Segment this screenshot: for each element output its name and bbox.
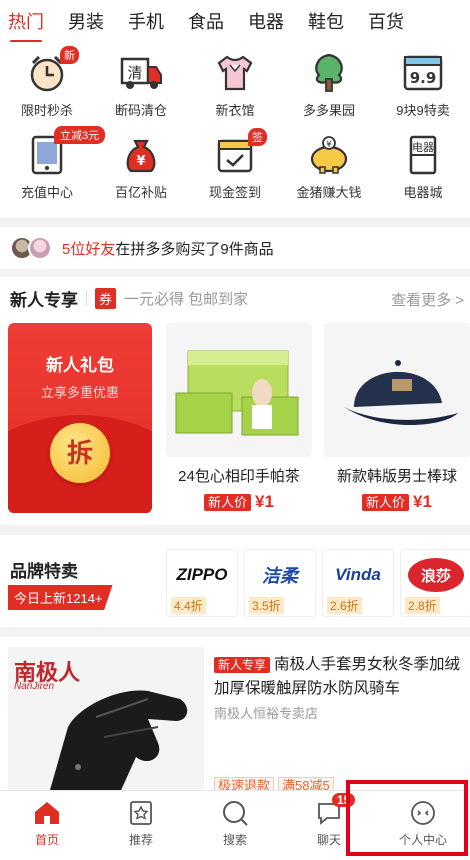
nav-recommend[interactable]: 推荐 [94,791,188,860]
star-badge-icon [127,799,155,827]
appliance-icon-text: 电器 [412,141,434,154]
section-title: 新人专享 [10,290,78,310]
open-gift-button[interactable]: 拆 [50,423,110,483]
section-title: 品牌特卖 [10,562,78,581]
new-user-exclusive-tag: 新人专享 [214,657,271,673]
grid-label: 新衣馆 [215,103,255,118]
grid-item-subsidy[interactable]: ¥ 百亿补贴 [94,124,188,206]
tab-general[interactable]: 百货 [368,2,404,40]
shop-name: 南极人恒裕专卖店 [214,706,319,721]
appliance-icon: 电器 [400,132,446,178]
grid-label: 充值中心 [20,185,73,200]
nav-label: 首页 [34,833,59,847]
coupon-badge: 券 [95,287,117,309]
product-title: 新人专享 南极人手套男女秋冬季加绒加厚保暖触屏防水防风骑车 [214,653,466,701]
grid-item-orchard[interactable]: 多多果园 [282,42,376,124]
price-tag-icon-text: 9.9 [410,69,437,87]
tab-appliances[interactable]: 电器 [248,2,284,40]
grid-label: 现金签到 [208,185,261,200]
view-more-link[interactable]: 查看更多 > [391,289,464,310]
piggy-bank-icon-text: ¥ [326,140,332,150]
featured-product-card[interactable]: 南极人 NanJiren 新人专享 南极人手套男女秋冬季加绒加厚保暖触屏防水防风骑… [0,637,470,797]
product-image-gloves: 南极人 NanJiren [8,647,204,797]
brand-logo-text: Vinda [335,565,381,584]
new-user-price-tag: 新人价 [362,494,410,511]
nav-label: 搜索 [222,833,247,847]
feature-grid: 新 限时秒杀 清 断码清仓 新衣馆 多多果园 9.9 9块9特卖 立减3元 充值… [0,42,470,253]
brand-logo-zippo[interactable]: ZIPPO 4.4折 [166,549,238,617]
friends-count: 5位好友 [62,240,116,258]
grid-item-cash-checkin[interactable]: 签 现金签到 [188,124,282,206]
tree-icon [306,50,352,96]
grid-label: 限时秒杀 [20,103,73,118]
grid-label: 电器城 [403,185,443,200]
checkin-badge: 签 [248,128,267,146]
grid-item-appliance-city[interactable]: 电器 电器城 [376,124,470,206]
nav-label: 推荐 [128,833,153,847]
brand-discount: 2.6折 [327,597,362,614]
tab-phones[interactable]: 手机 [128,2,164,40]
nav-label: 聊天 [316,833,341,847]
brand-discount: 2.8折 [405,597,440,614]
shirt-icon [212,50,258,96]
gift-subtitle: 立享多重优惠 [40,385,119,400]
brand-discount: 4.4折 [171,597,206,614]
grid-label: 百亿补贴 [114,185,167,200]
product-name: 24包心相印手帕茶 [178,468,300,485]
tab-shoes-bags[interactable]: 鞋包 [308,2,344,40]
friends-activity-bar[interactable]: 5位好友 在拼多多购买了9件商品 [0,227,470,269]
money-bag-icon-text: ¥ [136,154,145,169]
product-card[interactable]: 24包心相印手帕茶 新人价 ¥1 [166,323,312,513]
tab-menswear[interactable]: 男装 [68,2,104,40]
grid-label: 金猪赚大钱 [296,185,362,200]
product-price: ¥1 [413,492,432,511]
nav-search[interactable]: 搜索 [188,791,282,860]
gift-title: 新人礼包 [46,356,114,375]
category-tabs: 热门 男装 手机 食品 电器 鞋包 百货 [0,0,470,43]
brand-logo-vinda[interactable]: Vinda 2.6折 [322,549,394,617]
home-icon [33,799,61,827]
piggy-bank-icon: ¥ [306,132,352,178]
profile-highlight-box [346,780,468,856]
new-badge: 新 [60,46,79,64]
new-user-price-tag: 新人价 [204,494,252,511]
brand-discount: 3.5折 [249,597,284,614]
grid-item-clearance[interactable]: 清 断码清仓 [94,42,188,124]
truck-icon-text: 清 [127,64,142,82]
grid-label: 断码清仓 [114,103,167,118]
new-user-gift-card[interactable]: 新人礼包 立享多重优惠 拆 [8,323,152,513]
grid-item-flash-sale[interactable]: 新 限时秒杀 [0,42,94,124]
grid-item-gold-pig[interactable]: ¥ 金猪赚大钱 [282,124,376,206]
product-image-tissue [166,323,312,457]
search-icon [221,799,249,827]
nav-home[interactable]: 首页 [0,791,94,860]
price-tag-icon: 9.9 [400,50,446,96]
truck-icon: 清 [118,50,164,96]
brand-logo-text: ZIPPO [176,565,228,584]
product-price: ¥1 [255,492,274,511]
brand-logo-text: 浪莎 [408,558,464,592]
grid-item-new-clothes[interactable]: 新衣馆 [188,42,282,124]
grid-label: 9块9特卖 [396,103,450,118]
section-subtitle: 一元必得 包邮到家 [124,290,249,308]
new-user-section: 新人专享 券 一元必得 包邮到家 查看更多 > 新人礼包 立享多重优惠 拆 24… [0,277,470,525]
brand-new-count-tag: 今日上新1214+ [8,585,113,610]
grid-item-recharge[interactable]: 立减3元 充值中心 [0,124,106,206]
brand-sale-section: 品牌特卖 今日上新1214+ ZIPPO 4.4折 洁柔 3.5折 Vinda … [0,535,470,627]
product-name: 新款韩版男士棒球 [336,468,457,485]
product-image-cap [324,323,470,457]
product-card[interactable]: 新款韩版男士棒球 新人价 ¥1 [324,323,470,513]
tab-food[interactable]: 食品 [188,2,224,40]
brand-logo-text: 洁柔 [262,566,298,586]
money-bag-icon: ¥ [118,132,164,178]
brand-logo-langsha[interactable]: 浪莎 2.8折 [400,549,470,617]
grid-item-9-9-sale[interactable]: 9.9 9块9特卖 [376,42,470,124]
avatar [28,236,52,260]
grid-label: 多多果园 [302,103,355,118]
brand-logo-jierou[interactable]: 洁柔 3.5折 [244,549,316,617]
friends-text: 在拼多多购买了9件商品 [115,240,274,258]
tab-hot[interactable]: 热门 [8,2,44,43]
